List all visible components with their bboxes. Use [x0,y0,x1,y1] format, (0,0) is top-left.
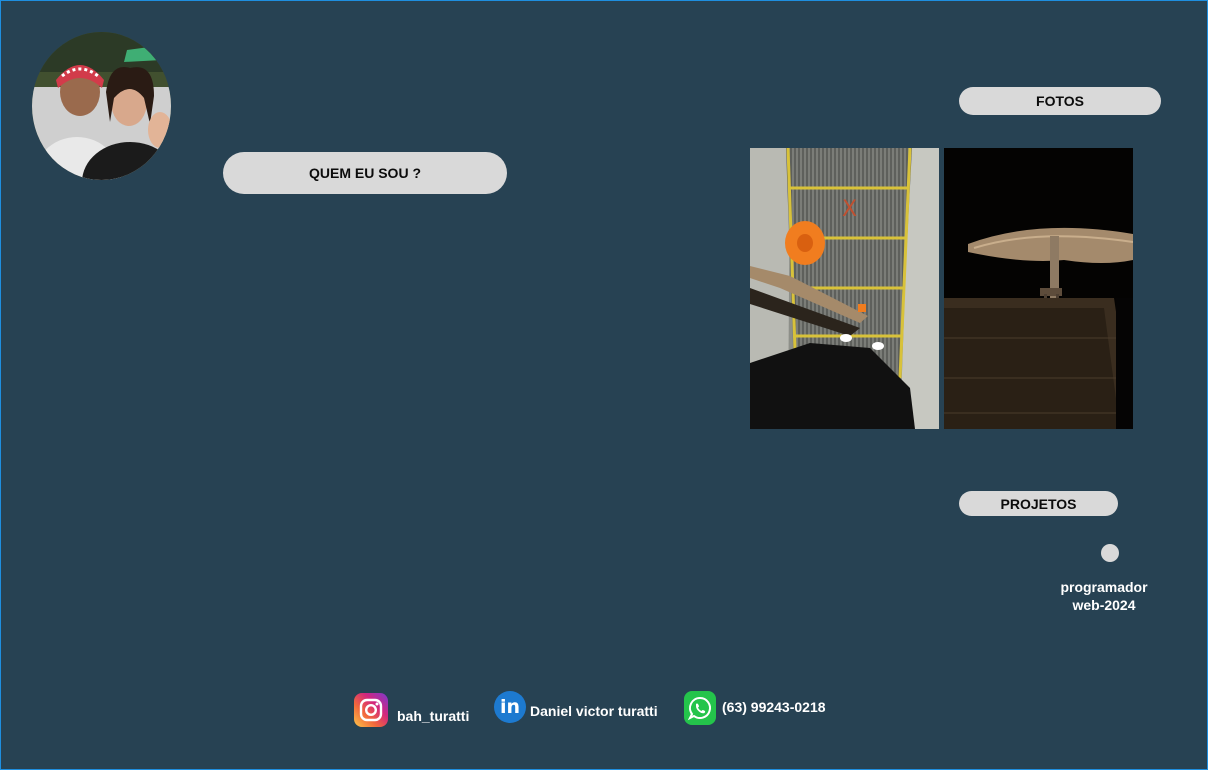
page-frame: QUEM EU SOU ? FOTOS X PROJETOS programad… [0,0,1208,770]
whatsapp-number: (63) 99243-0218 [722,699,826,715]
whatsapp-icon [684,691,716,725]
profile-photo-icon [32,32,171,180]
project-label[interactable]: programador web-2024 [1044,578,1164,614]
project-label-line1: programador [1060,579,1148,595]
instagram-link[interactable]: bah_turatti [354,693,469,727]
fotos-button[interactable]: FOTOS [959,87,1161,115]
skateboard-escalator-photo-icon: X [750,148,939,429]
linkedin-name: Daniel victor turatti [530,703,658,719]
instagram-handle: bah_turatti [397,708,470,724]
night-pier-photo-icon [944,148,1133,429]
quem-eu-sou-button[interactable]: QUEM EU SOU ? [223,152,507,194]
linkedin-link[interactable]: in Daniel victor turatti [494,691,658,723]
photo-skateboard[interactable]: X [750,148,939,429]
project-dot[interactable] [1101,544,1119,562]
profile-photo [32,32,171,180]
instagram-icon [354,693,388,727]
photo-night-pier[interactable] [944,148,1133,429]
linkedin-icon: in [494,691,526,723]
project-label-line2: web-2024 [1072,597,1136,613]
projetos-button[interactable]: PROJETOS [959,491,1118,516]
whatsapp-link[interactable]: (63) 99243-0218 [684,691,826,725]
svg-text:X: X [842,197,857,222]
